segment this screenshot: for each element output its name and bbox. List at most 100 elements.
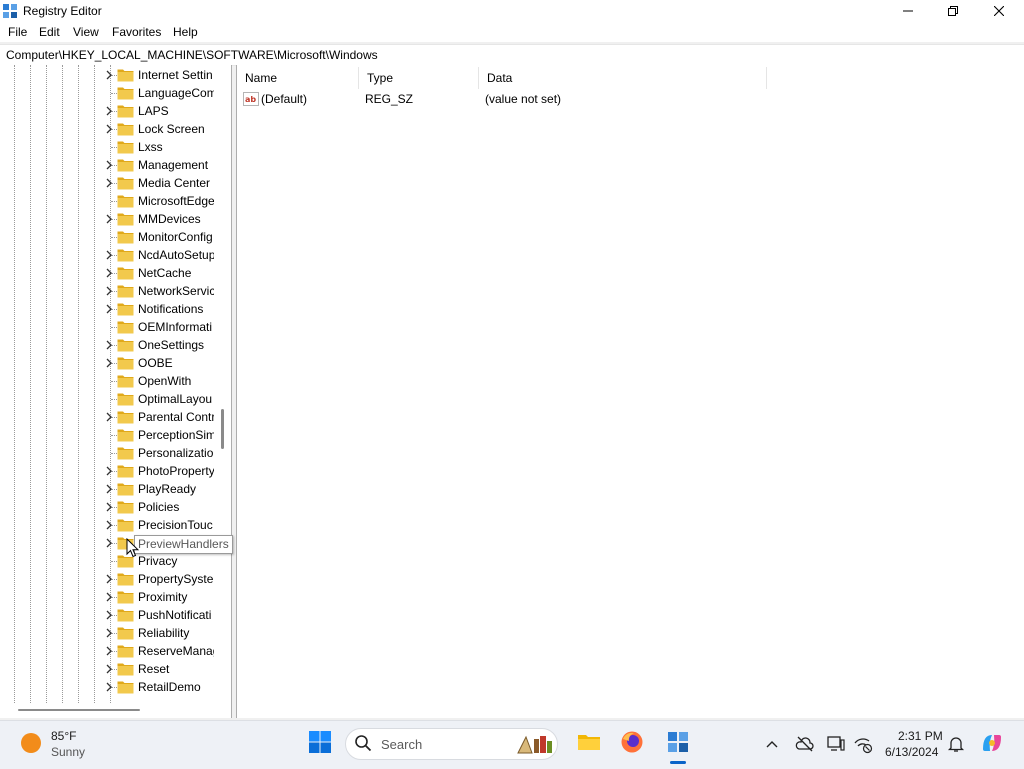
chevron-right-icon[interactable]: [104, 627, 114, 639]
tree-item[interactable]: Reset: [0, 660, 214, 678]
chevron-right-icon[interactable]: [104, 177, 114, 189]
tree-item[interactable]: OpenWith: [0, 372, 214, 390]
tree-item[interactable]: OneSettings: [0, 336, 214, 354]
tree-item[interactable]: PlayReady: [0, 480, 214, 498]
chevron-right-icon[interactable]: [104, 105, 114, 117]
tree-item[interactable]: NetworkServic: [0, 282, 214, 300]
chevron-right-icon[interactable]: [104, 465, 114, 477]
maximize-button[interactable]: [930, 0, 976, 22]
minimize-icon: [903, 10, 913, 12]
chevron-right-icon[interactable]: [104, 663, 114, 675]
tree-item[interactable]: ReserveManag: [0, 642, 214, 660]
chevron-right-icon[interactable]: [104, 537, 114, 549]
column-header-name[interactable]: Name: [237, 67, 359, 89]
tree-item[interactable]: PerceptionSim: [0, 426, 214, 444]
search-highlight-icon[interactable]: [516, 733, 556, 755]
tree-item[interactable]: Parental Contr: [0, 408, 214, 426]
folder-icon: [117, 303, 134, 316]
file-explorer-icon[interactable]: [577, 730, 601, 754]
folder-icon: [117, 267, 134, 280]
tree-item[interactable]: RetailDemo: [0, 678, 214, 696]
chevron-right-icon[interactable]: [104, 501, 114, 513]
device-display-icon[interactable]: [826, 734, 846, 754]
key-tree-pane[interactable]: Internet Settin LanguageCom LAPS Lock Scree…: [0, 65, 232, 718]
tree-item[interactable]: PrecisionTouc: [0, 516, 214, 534]
column-header-data[interactable]: Data: [479, 67, 767, 89]
tree-item[interactable]: MMDevices: [0, 210, 214, 228]
firefox-icon[interactable]: [620, 730, 644, 754]
tree-horizontal-scrollbar[interactable]: [0, 703, 214, 718]
chevron-right-icon[interactable]: [104, 483, 114, 495]
menu-help[interactable]: Help: [173, 25, 198, 39]
network-disconnected-icon[interactable]: [853, 734, 873, 754]
tree-item[interactable]: Personalizatio: [0, 444, 214, 462]
chevron-right-icon[interactable]: [104, 249, 114, 261]
chevron-right-icon[interactable]: [104, 267, 114, 279]
tree-item[interactable]: Privacy: [0, 552, 214, 570]
tree-item[interactable]: PhotoProperty: [0, 462, 214, 480]
column-header-type[interactable]: Type: [359, 67, 479, 89]
weather-description[interactable]: Sunny: [51, 745, 85, 759]
close-button[interactable]: [976, 0, 1022, 22]
minimize-button[interactable]: [885, 0, 931, 22]
tree-vertical-scrollbar[interactable]: [214, 65, 231, 703]
tree-item[interactable]: Notifications: [0, 300, 214, 318]
menu-view[interactable]: View: [73, 25, 99, 39]
menu-edit[interactable]: Edit: [39, 25, 60, 39]
chevron-right-icon[interactable]: [104, 213, 114, 225]
chevron-right-icon[interactable]: [104, 573, 114, 585]
clock-time[interactable]: 2:31 PM: [898, 729, 943, 743]
clock-date[interactable]: 6/13/2024: [885, 745, 938, 759]
address-bar[interactable]: Computer\HKEY_LOCAL_MACHINE\SOFTWARE\Mic…: [0, 44, 1024, 66]
chevron-right-icon[interactable]: [104, 411, 114, 423]
tree-item[interactable]: LanguageCom: [0, 84, 214, 102]
chevron-right-icon[interactable]: [104, 681, 114, 693]
tree-item[interactable]: Management: [0, 156, 214, 174]
chevron-right-icon[interactable]: [104, 591, 114, 603]
tree-item[interactable]: NetCache: [0, 264, 214, 282]
chevron-right-icon[interactable]: [104, 285, 114, 297]
chevron-right-icon[interactable]: [104, 339, 114, 351]
chevron-right-icon[interactable]: [104, 303, 114, 315]
tree-item[interactable]: OEMInformati: [0, 318, 214, 336]
tree-item[interactable]: Reliability: [0, 624, 214, 642]
tree-item[interactable]: Lock Screen: [0, 120, 214, 138]
chevron-up-icon[interactable]: [764, 736, 780, 752]
chevron-right-icon[interactable]: [104, 519, 114, 531]
tree-item[interactable]: Policies: [0, 498, 214, 516]
menu-favorites[interactable]: Favorites: [112, 25, 161, 39]
values-pane[interactable]: Name Type Data ab (Default) REG_SZ (valu…: [236, 65, 1024, 718]
value-row[interactable]: ab (Default) REG_SZ (value not set): [237, 89, 1024, 109]
menu-file[interactable]: File: [8, 25, 27, 39]
chevron-right-icon[interactable]: [104, 159, 114, 171]
tree-item[interactable]: NcdAutoSetup: [0, 246, 214, 264]
weather-temperature[interactable]: 85°F: [51, 729, 76, 743]
tree-item[interactable]: Media Center: [0, 174, 214, 192]
tree-item[interactable]: Internet Settin: [0, 66, 214, 84]
tree-item[interactable]: Proximity: [0, 588, 214, 606]
tree-vertical-scroll-thumb[interactable]: [221, 409, 224, 449]
tree-item[interactable]: MonitorConfig: [0, 228, 214, 246]
address-path[interactable]: Computer\HKEY_LOCAL_MACHINE\SOFTWARE\Mic…: [6, 48, 378, 62]
chevron-right-icon[interactable]: [104, 69, 114, 81]
start-icon[interactable]: [308, 730, 332, 754]
onedrive-offline-icon[interactable]: [795, 734, 815, 754]
chevron-right-icon[interactable]: [104, 609, 114, 621]
weather-sun-icon[interactable]: [21, 733, 41, 753]
copilot-icon[interactable]: [980, 731, 1004, 755]
chevron-right-icon[interactable]: [104, 357, 114, 369]
registry-editor-taskbar-icon[interactable]: [666, 730, 690, 754]
chevron-right-icon[interactable]: [104, 123, 114, 135]
tree-item[interactable]: OOBE: [0, 354, 214, 372]
tree-item[interactable]: Lxss: [0, 138, 214, 156]
tree-horizontal-scroll-thumb[interactable]: [18, 709, 140, 711]
folder-icon: [117, 627, 134, 640]
chevron-right-icon[interactable]: [104, 645, 114, 657]
notification-bell-icon[interactable]: [947, 735, 965, 753]
tree-item[interactable]: PushNotificati: [0, 606, 214, 624]
search-label[interactable]: Search: [381, 737, 422, 752]
tree-item[interactable]: LAPS: [0, 102, 214, 120]
tree-item[interactable]: OptimalLayou: [0, 390, 214, 408]
tree-item[interactable]: MicrosoftEdge: [0, 192, 214, 210]
tree-item[interactable]: PropertySyster: [0, 570, 214, 588]
